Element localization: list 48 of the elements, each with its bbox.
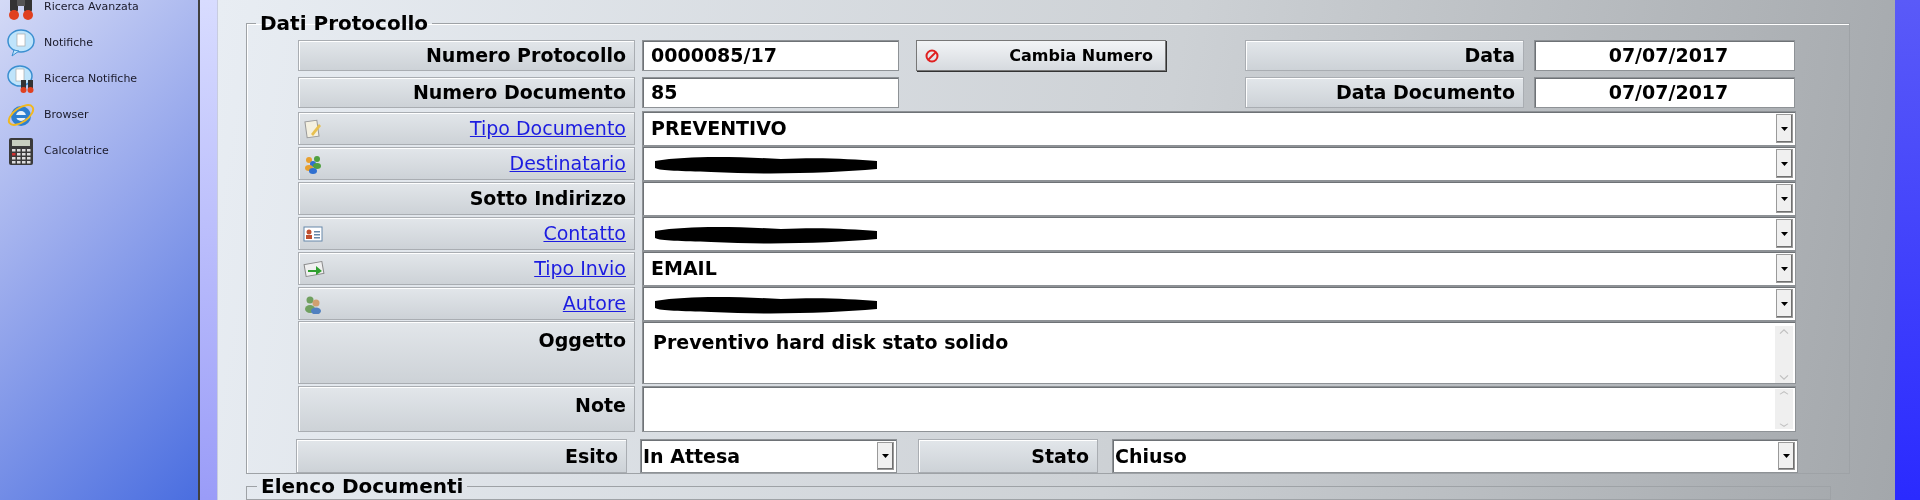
field-label: Data Documento bbox=[1245, 77, 1524, 108]
field-label: Data bbox=[1245, 40, 1524, 71]
field-label: Esito bbox=[296, 439, 627, 473]
field-link[interactable]: Contatto bbox=[543, 219, 626, 248]
people-icon bbox=[303, 153, 323, 174]
field-link[interactable]: Tipo Documento bbox=[469, 114, 626, 143]
field-link[interactable]: Destinatario bbox=[509, 149, 626, 178]
text-area[interactable]: Preventivo hard disk stato solido bbox=[642, 321, 1796, 384]
dropdown-field[interactable]: In Attesa bbox=[640, 439, 897, 473]
field-link[interactable]: Tipo Invio bbox=[534, 254, 626, 283]
dropdown-field[interactable]: EMAIL bbox=[642, 251, 1796, 286]
date-field[interactable]: 07/07/2017 bbox=[1534, 77, 1795, 108]
contact-card-icon bbox=[303, 225, 323, 242]
no-entry-icon bbox=[925, 48, 939, 63]
scrollbar[interactable] bbox=[1775, 326, 1793, 383]
dropdown-field[interactable]: PREVENTIVO bbox=[642, 111, 1796, 146]
text-field[interactable]: 0000085/17 bbox=[642, 40, 899, 71]
field-label: Numero Documento bbox=[298, 77, 635, 108]
group-title: Dati Protocollo bbox=[259, 10, 430, 37]
speech-bubble-icon bbox=[6, 28, 36, 58]
field-label: Stato bbox=[918, 439, 1098, 473]
dropdown-field[interactable] bbox=[642, 146, 1796, 181]
group-title: Elenco Documenti bbox=[260, 476, 465, 496]
text-field[interactable]: 85 bbox=[642, 77, 899, 108]
speech-bubble-binoculars-icon bbox=[6, 64, 36, 94]
sidebar-item[interactable]: Browser bbox=[0, 97, 198, 133]
notepad-icon bbox=[303, 118, 323, 139]
field-label: Numero Protocollo bbox=[298, 40, 635, 71]
sidebar-item[interactable]: Calcolatrice bbox=[0, 133, 198, 169]
dropdown-field[interactable]: Chiuso bbox=[1112, 439, 1798, 473]
change-number-button[interactable]: Cambia Numero bbox=[916, 40, 1166, 71]
text-area-value: Preventivo hard disk stato solido bbox=[653, 330, 1009, 355]
scrollbar[interactable] bbox=[1775, 389, 1793, 429]
calculator-icon bbox=[6, 136, 36, 166]
field-label: Note bbox=[298, 386, 635, 432]
dropdown-field[interactable] bbox=[642, 286, 1796, 321]
binoculars-icon bbox=[6, 0, 36, 22]
date-field[interactable]: 07/07/2017 bbox=[1534, 40, 1795, 71]
field-label: Sotto Indirizzo bbox=[298, 182, 635, 215]
envelope-arrow-icon bbox=[303, 259, 325, 278]
sidebar-item[interactable]: Ricerca Notifiche bbox=[0, 61, 198, 97]
text-area[interactable] bbox=[642, 386, 1796, 432]
field-link[interactable]: Autore bbox=[562, 289, 626, 318]
dropdown-field[interactable] bbox=[642, 181, 1796, 216]
sidebar-item[interactable]: Ricerca Avanzata bbox=[0, 0, 198, 25]
sidebar-item[interactable]: Notifiche bbox=[0, 25, 198, 61]
dropdown-field[interactable] bbox=[642, 216, 1796, 251]
field-label: Oggetto bbox=[298, 321, 635, 384]
